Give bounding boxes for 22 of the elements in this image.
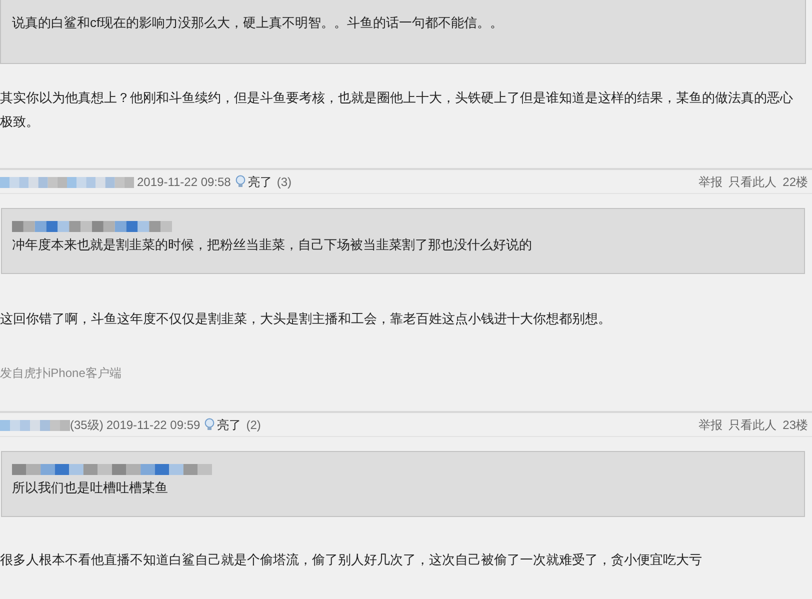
post-time: 2019-11-22 09:58	[137, 174, 231, 190]
lightbulb-icon	[204, 418, 216, 431]
lightbulb-icon	[234, 175, 246, 188]
quote-text: 说真的白鲨和cf现在的影响力没那么大，硬上真不明智。。斗鱼的话一句都不能信。。	[12, 15, 504, 30]
floor-number: 23楼	[782, 416, 808, 434]
report-link[interactable]: 举报	[698, 416, 723, 434]
floor-number: 22楼	[782, 174, 808, 190]
light-button[interactable]: 亮了	[217, 416, 242, 434]
post-body: 很多人根本不看他直播不知道白鲨自己就是个偷塔流，偷了别人好几次了，这次自己被偷了一次就难受了，贪小便宜吃大亏	[0, 551, 703, 569]
client-source: 发自虎扑iPhone客户端	[0, 365, 122, 382]
light-count: (2)	[246, 416, 261, 434]
post-time: 2019-11-22 09:59	[106, 416, 200, 434]
report-link[interactable]: 举报	[698, 172, 723, 190]
post-body: 其实你以为他真想上？他刚和斗鱼续约，但是斗鱼要考核，也就是圈他上十大，头铁硬上了但是谁知道是这样的结果，某鱼的做法真的恶心极致。	[0, 89, 794, 131]
only-this-user-link[interactable]: 只看此人	[728, 172, 777, 190]
light-button[interactable]: 亮了	[248, 172, 272, 190]
only-this-user-link[interactable]: 只看此人	[728, 416, 777, 434]
light-count: (3)	[276, 174, 292, 190]
user-level: (35级)	[70, 416, 104, 434]
post-body: 这回你错了啊，斗鱼这年度不仅仅是割韭菜，大头是割主播和工会，靠老百姓这点小钱进十大你想都别想。	[0, 310, 612, 328]
quote-text: 冲年度本来也就是割韭菜的时候，把粉丝当韭菜，自己下场被当韭菜割了那也没什么好说的	[12, 236, 533, 254]
quote-text: 所以我们也是吐槽吐槽某鱼	[12, 479, 169, 497]
